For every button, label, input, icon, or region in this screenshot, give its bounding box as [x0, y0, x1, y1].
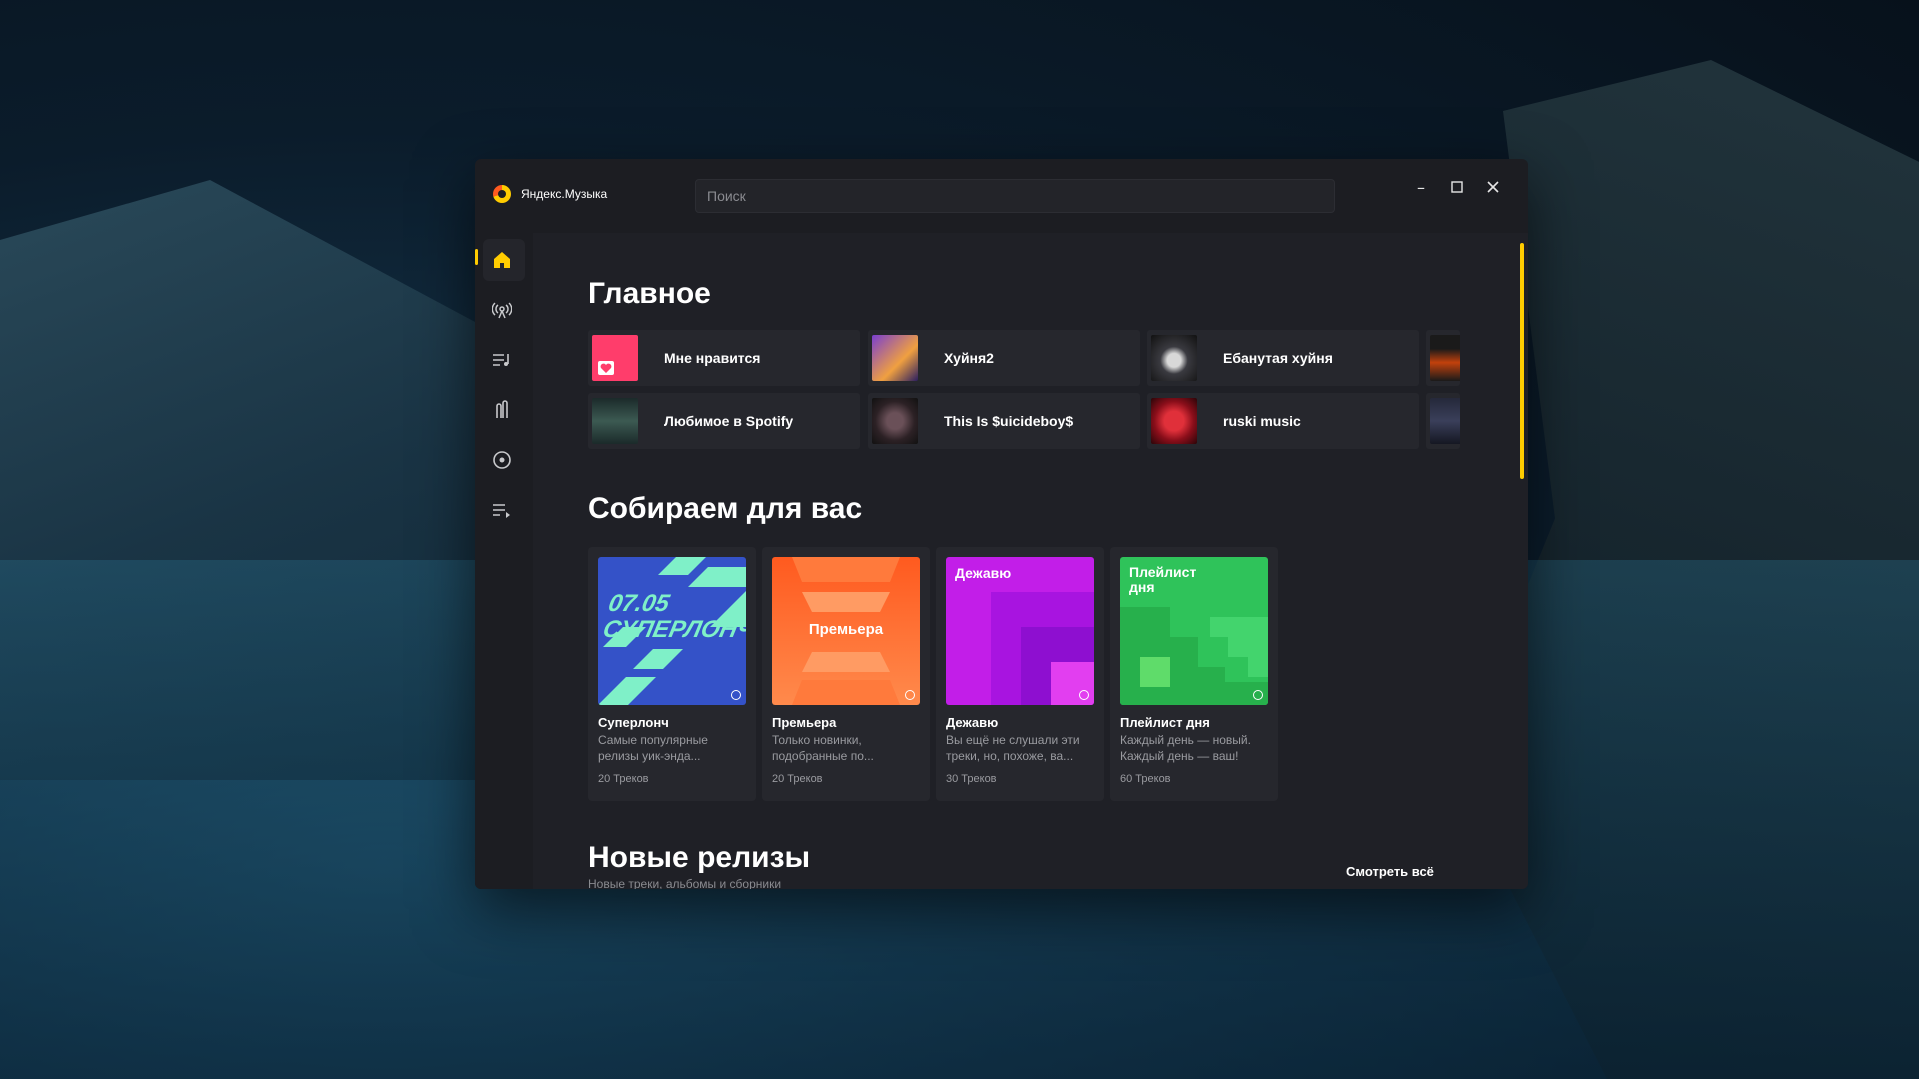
- yandex-badge-icon: [731, 690, 741, 700]
- sidebar-item-podcasts[interactable]: [487, 395, 517, 425]
- quick-tile-liked[interactable]: Мне нравится: [588, 330, 860, 386]
- quick-tile[interactable]: ruski music: [1147, 393, 1419, 449]
- cover-text: Дежавю: [955, 565, 1012, 581]
- playlist-cover: [1430, 335, 1460, 381]
- close-icon: [1487, 181, 1499, 193]
- section-title-new-releases: Новые релизы: [588, 841, 811, 874]
- quick-tile[interactable]: This Is $uicideboy$: [868, 393, 1140, 449]
- playlist-cover: [872, 398, 918, 444]
- quick-tile-label: Ебанутая хуйня: [1223, 350, 1333, 366]
- quick-tile-label: Любимое в Spotify: [664, 413, 794, 429]
- maximize-icon: [1451, 181, 1463, 193]
- track-count: 20 Треков: [598, 773, 649, 785]
- search-input[interactable]: Поиск: [695, 179, 1335, 213]
- playlist-card-superlunch[interactable]: 07.05 СУПЕРЛОНЧ Суперлонч Самые популярн…: [588, 547, 756, 801]
- playlist-cover: Премьера: [772, 557, 920, 705]
- playlist-description: Только новинки, подобранные по...: [772, 733, 874, 763]
- track-count: 30 Треков: [946, 773, 997, 785]
- playlist-cover: [872, 335, 918, 381]
- cover-text: 07.05 СУПЕРЛОНЧ: [600, 590, 746, 643]
- disc-icon: [493, 451, 511, 469]
- track-count: 60 Треков: [1120, 773, 1171, 785]
- quick-tile[interactable]: Хуйня2: [868, 330, 1140, 386]
- quick-tile[interactable]: Любимое в Spotify: [588, 393, 860, 449]
- playlist-title: Суперлонч: [598, 715, 669, 730]
- playlist-cover: [592, 335, 638, 381]
- app-title: Яндекс.Музыка: [521, 187, 608, 201]
- playlist-card-premiere[interactable]: Премьера Премьера Только новинки, подобр…: [762, 547, 930, 801]
- playlist-cover: 07.05 СУПЕРЛОНЧ: [598, 557, 746, 705]
- cover-text: Плейлист дня: [1129, 564, 1197, 595]
- close-button[interactable]: [1486, 181, 1500, 195]
- playlist-cover: [1151, 398, 1197, 444]
- sidebar-item-playlists[interactable]: [487, 345, 517, 375]
- title-bar: Яндекс.Музыка Поиск –: [475, 159, 1528, 233]
- track-count: 20 Треков: [772, 773, 823, 785]
- yandex-music-logo-icon: [493, 185, 511, 203]
- sidebar-item-queue[interactable]: [487, 495, 517, 525]
- playlist-title: Плейлист дня: [1120, 715, 1210, 730]
- playlist-description: Вы ещё не слушали эти треки, но, похоже,…: [946, 733, 1080, 763]
- home-icon: [494, 252, 510, 268]
- maximize-button[interactable]: [1450, 181, 1464, 195]
- sidebar: [475, 233, 529, 889]
- section-title-for-you: Собираем для вас: [588, 492, 863, 525]
- quick-tile-label: This Is $uicideboy$: [944, 413, 1074, 429]
- section-subtitle: Новые треки, альбомы и сборники: [588, 877, 782, 889]
- playlist-cover: Плейлист дня: [1120, 557, 1268, 705]
- yandex-badge-icon: [1079, 690, 1089, 700]
- playlist-cover: Дежавю: [946, 557, 1094, 705]
- quick-tile-label: Хуйня2: [944, 350, 994, 366]
- playlist-title: Премьера: [772, 715, 837, 730]
- app-window: Яндекс.Музыка Поиск – Главное Мне нравит…: [475, 159, 1528, 889]
- queue-icon: [493, 504, 510, 518]
- scrollbar[interactable]: [1520, 243, 1524, 479]
- playlist-cover: [592, 398, 638, 444]
- playlist-icon: [493, 354, 509, 366]
- playlist-cover: [1430, 398, 1460, 444]
- playlist-description: Каждый день — новый. Каждый день — ваш!: [1120, 733, 1251, 763]
- playlist-card-daily[interactable]: Плейлист дня Плейлист дня Каждый день — …: [1110, 547, 1278, 801]
- quick-tile[interactable]: Ебанутая хуйня: [1147, 330, 1419, 386]
- cover-text: Премьера: [808, 621, 884, 638]
- yandex-badge-icon: [905, 690, 915, 700]
- sidebar-item-radio[interactable]: [487, 295, 517, 325]
- quick-tile-partial[interactable]: [1426, 330, 1460, 386]
- podcast-icon: [496, 400, 508, 418]
- app-logo: Яндекс.Музыка: [493, 185, 607, 203]
- playlist-description: Самые популярные релизы уик-энда...: [598, 733, 708, 763]
- quick-tile-label: ruski music: [1223, 413, 1301, 429]
- minimize-button[interactable]: –: [1414, 180, 1428, 196]
- playlist-card-dejavu[interactable]: Дежавю Дежавю Вы ещё не слушали эти трек…: [936, 547, 1104, 801]
- sidebar-item-albums[interactable]: [487, 445, 517, 475]
- radio-icon: [492, 302, 512, 319]
- yandex-badge-icon: [1253, 690, 1263, 700]
- quick-tile-partial[interactable]: [1426, 393, 1460, 449]
- quick-tile-label: Мне нравится: [664, 350, 761, 366]
- sidebar-item-home[interactable]: [487, 245, 517, 275]
- playlist-title: Дежавю: [946, 715, 999, 730]
- section-title-main: Главное: [588, 277, 711, 310]
- playlist-cover: [1151, 335, 1197, 381]
- heart-icon: [598, 361, 614, 375]
- see-all-link[interactable]: Смотреть всё: [1346, 864, 1434, 879]
